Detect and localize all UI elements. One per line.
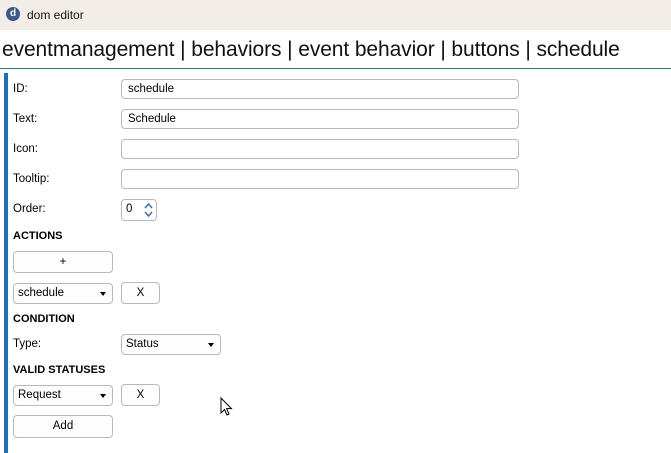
icon-input[interactable] [121,139,519,159]
condition-type-label: Type: [13,338,42,350]
id-input[interactable]: schedule [121,79,519,99]
remove-action-button[interactable]: X [121,282,160,304]
actions-heading: ACTIONS [13,230,63,242]
condition-type-value: Status [126,338,159,350]
condition-type-select[interactable]: Status [121,334,221,355]
header-divider [0,68,671,69]
action-select[interactable]: schedule [13,283,113,304]
chevron-down-icon [100,292,106,296]
window-title: dom editor [27,8,84,22]
icon-label: Icon: [13,143,38,155]
status-select-value: Request [18,389,61,401]
order-stepper[interactable]: 0 [121,199,157,221]
remove-status-button[interactable]: X [121,384,160,406]
title-bar: d dom editor [0,0,671,30]
spinner-arrows-icon[interactable] [144,202,153,218]
tooltip-input[interactable] [121,169,519,189]
add-status-button[interactable]: Add [13,415,113,438]
text-label: Text: [13,113,38,125]
condition-heading: CONDITION [13,313,75,325]
mouse-cursor-icon [220,397,233,416]
action-select-value: schedule [18,287,65,299]
text-input[interactable]: Schedule [121,109,519,129]
app-logo-icon: d [6,7,20,21]
tooltip-label: Tooltip: [13,173,50,185]
chevron-down-icon [100,394,106,398]
breadcrumb: eventmanagement | behaviors | event beha… [2,38,620,61]
add-action-button[interactable]: + [13,251,113,273]
status-select[interactable]: Request [13,385,113,406]
id-label: ID: [13,83,28,95]
order-label: Order: [13,203,46,215]
chevron-down-icon [208,343,214,347]
order-value: 0 [126,203,133,215]
valid-statuses-heading: VALID STATUSES [13,364,106,376]
